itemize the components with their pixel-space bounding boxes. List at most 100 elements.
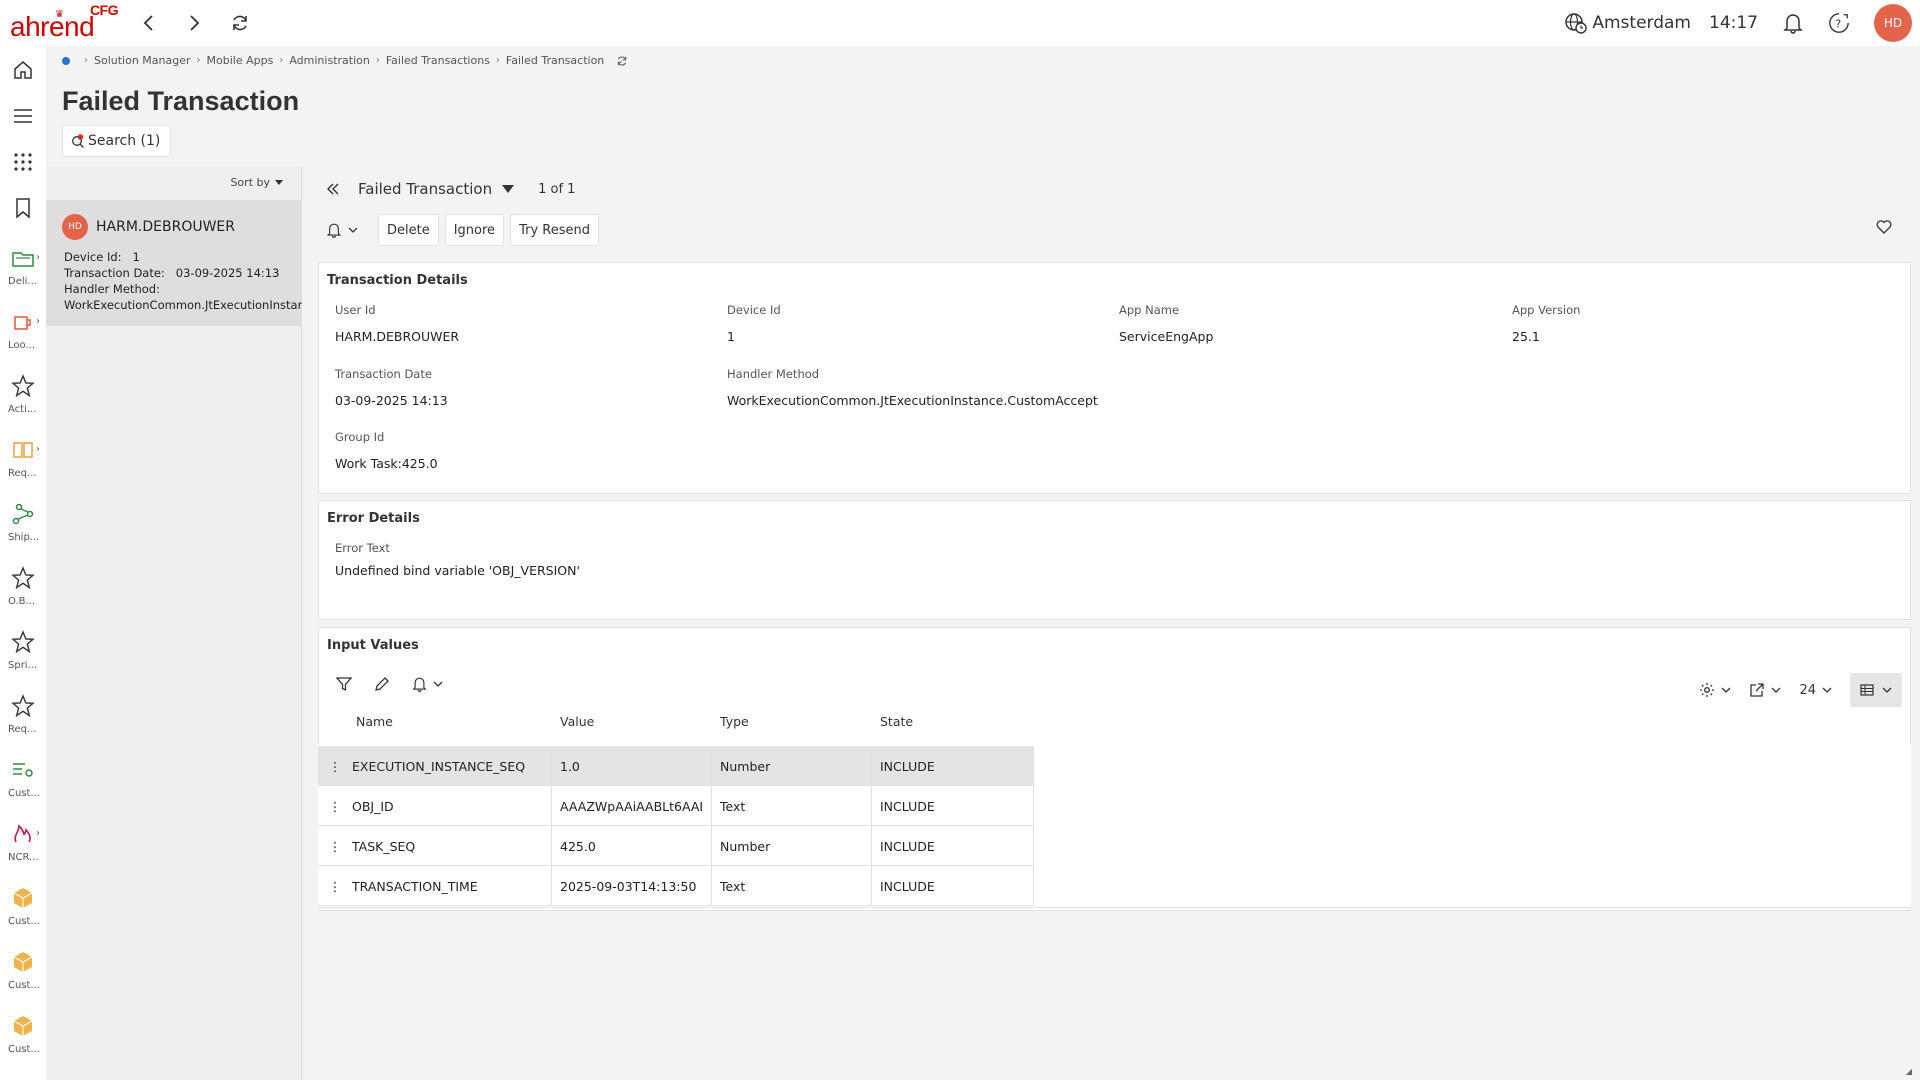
book-icon	[13, 442, 33, 458]
chevron-down-icon	[433, 681, 443, 687]
rail-bookmarks[interactable]	[0, 196, 46, 220]
breadcrumb-item[interactable]: Failed Transactions	[386, 54, 490, 67]
rail-item-4[interactable]: Ship...	[0, 502, 46, 543]
caret-down-icon[interactable]	[502, 185, 515, 193]
bell-icon	[326, 223, 342, 238]
search-icon	[71, 134, 85, 148]
ahrend-logo[interactable]: ♛ CFG ahrend	[10, 2, 119, 41]
star-icon	[11, 566, 35, 590]
export-button[interactable]	[1749, 682, 1781, 698]
rail-item-2[interactable]: Acti...	[0, 374, 46, 415]
chevron-down-icon	[348, 227, 358, 233]
caret-down-icon	[275, 180, 283, 185]
table-settings-button[interactable]	[1699, 682, 1731, 698]
bell-icon	[412, 677, 427, 692]
chevron-down-icon	[1822, 687, 1832, 693]
refresh-icon	[233, 15, 247, 31]
try-resend-button[interactable]: Try Resend	[510, 214, 599, 246]
table-row[interactable]: ⋮ TRANSACTION_TIME 2025-09-03T14:13:50 T…	[318, 866, 1034, 906]
rail-item-5[interactable]: O.B...	[0, 566, 46, 607]
breadcrumb-item[interactable]: Mobile Apps	[207, 54, 274, 67]
field-handler-method: Handler Method WorkExecutionCommon.JtExe…	[727, 367, 1098, 408]
refresh-button[interactable]	[229, 12, 251, 34]
rail-item-12[interactable]: Cust...	[0, 1014, 46, 1055]
breadcrumb-separator: ›	[84, 55, 88, 66]
star-icon	[11, 374, 35, 398]
cup-icon	[14, 316, 31, 330]
view-mode-button[interactable]	[1850, 673, 1902, 707]
table-row[interactable]: ⋮ TASK_SEQ 425.0 Number INCLUDE	[318, 826, 1034, 866]
breadcrumb-item: Failed Transaction	[505, 54, 605, 67]
star-icon	[11, 694, 35, 718]
list-item-user: HARM.DEBROUWER	[96, 219, 236, 235]
navigation-rail: › Deli... › Loo... Acti... › Req... Ship…	[0, 46, 46, 1080]
table-row[interactable]: ⋮ EXECUTION_INSTANCE_SEQ 1.0 Number INCL…	[318, 746, 1034, 786]
bookmark-icon	[16, 198, 30, 219]
chevron-down-icon	[1721, 687, 1731, 693]
page-size-selector[interactable]: 24	[1799, 683, 1832, 698]
breadcrumb-item[interactable]: Solution Manager	[94, 54, 191, 67]
location-selector[interactable]: Amsterdam	[1564, 11, 1691, 35]
breadcrumb-item[interactable]: Administration	[289, 54, 370, 67]
breadcrumb-home-dot[interactable]	[62, 56, 70, 65]
filter-icon	[336, 677, 352, 692]
star-icon	[11, 630, 35, 654]
notifications-button[interactable]	[1782, 12, 1804, 34]
back-button[interactable]	[138, 12, 160, 34]
list-settings-icon	[13, 763, 33, 777]
rail-item-3[interactable]: › Req...	[0, 438, 46, 479]
detail-title[interactable]: Failed Transaction	[358, 180, 492, 198]
help-icon: ?	[1829, 13, 1849, 33]
rail-apps[interactable]	[0, 150, 46, 174]
field-group-id: Group Id Work Task:425.0	[335, 430, 438, 471]
help-button[interactable]: ?	[1828, 12, 1850, 34]
column-header-value[interactable]: Value	[560, 714, 720, 729]
delete-button[interactable]: Delete	[378, 214, 439, 246]
row-menu-icon[interactable]: ⋮	[318, 826, 352, 866]
globe-clock-icon	[1565, 13, 1588, 34]
user-avatar[interactable]: HD	[1874, 4, 1912, 42]
column-header-state[interactable]: State	[880, 714, 1040, 729]
rail-item-9[interactable]: › NCR...	[0, 822, 46, 863]
row-menu-icon[interactable]: ⋮	[318, 786, 352, 826]
rail-item-6[interactable]: Spri...	[0, 630, 46, 671]
rail-item-1[interactable]: › Loo...	[0, 310, 46, 351]
refresh-icon[interactable]	[616, 55, 628, 67]
rail-item-8[interactable]: Cust...	[0, 758, 46, 799]
double-chevron-left-icon[interactable]	[326, 182, 340, 196]
heart-icon[interactable]	[1876, 220, 1892, 234]
ignore-button[interactable]: Ignore	[444, 214, 505, 246]
rail-home[interactable]	[0, 58, 46, 82]
table-row[interactable]: ⋮ OBJ_ID AAAZWpAAiAABLt6AAI Text INCLUDE	[318, 786, 1034, 826]
subscribe-button[interactable]	[326, 222, 358, 238]
column-header-name[interactable]: Name	[356, 714, 560, 729]
resize-handle-icon[interactable]: ◢	[1906, 1067, 1912, 1076]
table-header: Name Value Type State	[318, 714, 1040, 729]
edit-button[interactable]	[374, 676, 390, 692]
rail-item-10[interactable]: Cust...	[0, 886, 46, 927]
sort-by-label: Sort by	[230, 176, 270, 189]
search-button[interactable]: Search (1)	[62, 125, 172, 157]
page-size-value: 24	[1799, 682, 1816, 698]
chevron-right-icon	[190, 15, 200, 31]
table-subscribe-button[interactable]	[412, 676, 443, 692]
row-menu-icon[interactable]: ⋮	[318, 866, 352, 906]
sort-by-dropdown[interactable]: Sort by	[230, 176, 283, 189]
rail-menu[interactable]	[0, 104, 46, 128]
filter-button[interactable]	[336, 676, 352, 692]
package-icon	[13, 952, 33, 972]
card-title: Transaction Details	[327, 273, 468, 288]
breadcrumb-separator: ›	[196, 55, 201, 66]
menu-icon	[14, 109, 32, 123]
rail-item-0[interactable]: › Deli...	[0, 246, 46, 287]
rail-item-11[interactable]: Cust...	[0, 950, 46, 991]
forward-button[interactable]	[183, 12, 205, 34]
rail-item-7[interactable]: Req...	[0, 694, 46, 735]
row-menu-icon[interactable]: ⋮	[318, 746, 352, 786]
chevron-right-icon: ›	[36, 252, 40, 263]
column-header-type[interactable]: Type	[720, 714, 880, 729]
record-list-panel: Sort by HD HARM.DEBROUWER Device Id: 1 T…	[46, 166, 302, 1080]
error-details-card: Error Details Error Text Undefined bind …	[318, 500, 1911, 620]
list-item[interactable]: HD HARM.DEBROUWER Device Id: 1 Transacti…	[46, 200, 302, 326]
delivery-icon	[12, 252, 34, 267]
